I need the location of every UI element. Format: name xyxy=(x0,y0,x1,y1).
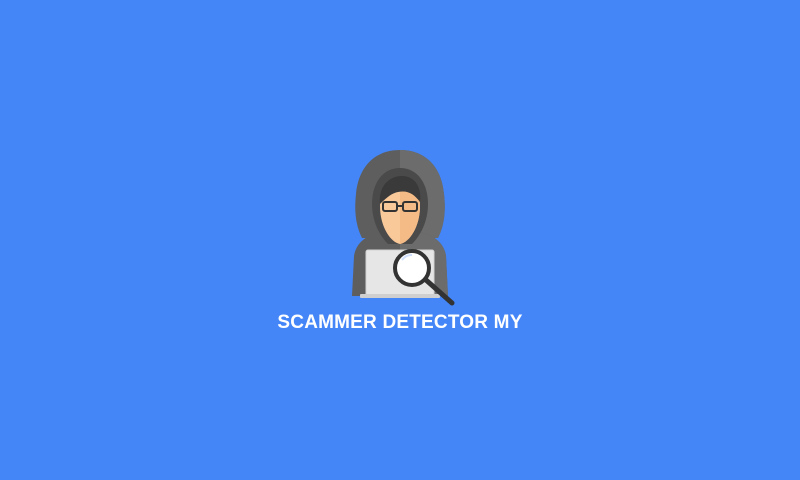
splash-screen: SCAMMER DETECTOR MY xyxy=(0,0,800,480)
hooded-hacker-with-magnifier-icon xyxy=(352,150,455,306)
app-title: SCAMMER DETECTOR MY xyxy=(277,312,523,333)
